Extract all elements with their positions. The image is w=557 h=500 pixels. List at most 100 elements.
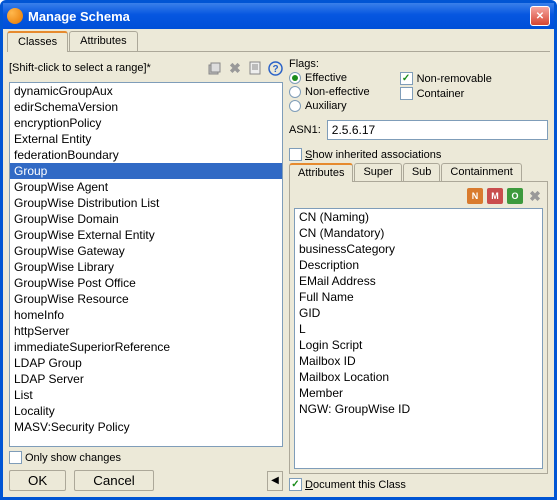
list-item[interactable]: LDAP Server: [10, 371, 282, 387]
list-item[interactable]: GroupWise External Entity: [10, 227, 282, 243]
titlebar: Manage Schema ✕: [3, 3, 554, 29]
list-item[interactable]: GroupWise Library: [10, 259, 282, 275]
radio-auxiliary[interactable]: [289, 100, 301, 112]
attr-optional-icon[interactable]: O: [507, 188, 523, 204]
asn-label: ASN1:: [289, 124, 321, 136]
radio-label: Non-effective: [305, 86, 370, 98]
asn-input[interactable]: [327, 120, 548, 140]
attr-item[interactable]: Description: [295, 257, 542, 273]
attr-item[interactable]: L: [295, 321, 542, 337]
radio-row-auxiliary: Auxiliary: [289, 100, 370, 112]
list-item[interactable]: Locality: [10, 403, 282, 419]
checkbox-container[interactable]: [400, 87, 413, 100]
left-panel: [Shift-click to select a range]* ✖ ? dyn…: [9, 58, 283, 491]
check-label: Non-removable: [417, 73, 492, 85]
list-item[interactable]: immediateSuperiorReference: [10, 339, 282, 355]
attr-item[interactable]: Mailbox ID: [295, 353, 542, 369]
list-item[interactable]: GroupWise Agent: [10, 179, 282, 195]
flags-radios: Effective Non-effective Auxiliary: [289, 72, 370, 112]
close-button[interactable]: ✕: [530, 6, 550, 26]
subtab-sub[interactable]: Sub: [403, 163, 441, 181]
flags-label: Flags:: [289, 58, 548, 70]
document-class-checkbox[interactable]: [289, 478, 302, 491]
flags-checks: Non-removable Container: [400, 72, 492, 112]
attr-item[interactable]: NGW: GroupWise ID: [295, 401, 542, 417]
list-item[interactable]: GroupWise Resource: [10, 291, 282, 307]
list-item[interactable]: homeInfo: [10, 307, 282, 323]
cancel-button[interactable]: Cancel: [74, 470, 154, 491]
list-item[interactable]: edirSchemaVersion: [10, 99, 282, 115]
tab-attributes[interactable]: Attributes: [69, 31, 137, 51]
attributes-panel: N M O ✖ CN (Naming)CN (Mandatory)busines…: [289, 182, 548, 474]
attr-item[interactable]: CN (Naming): [295, 209, 542, 225]
sub-tabs: AttributesSuperSubContainment: [289, 163, 548, 182]
attr-item[interactable]: Member: [295, 385, 542, 401]
radio-label: Effective: [305, 72, 347, 84]
show-inherited-label: Show inherited associations: [305, 149, 441, 161]
attribute-toolbar: N M O ✖: [294, 186, 543, 208]
document-class-label: Document this Class: [305, 479, 406, 491]
add-icon[interactable]: [207, 60, 223, 76]
list-item[interactable]: httpServer: [10, 323, 282, 339]
check-row-non-removable: Non-removable: [400, 72, 492, 85]
class-list[interactable]: dynamicGroupAuxedirSchemaVersionencrypti…: [9, 82, 283, 447]
attr-item[interactable]: Login Script: [295, 337, 542, 353]
content-area: [Shift-click to select a range]* ✖ ? dyn…: [3, 52, 554, 497]
check-row-container: Container: [400, 87, 492, 100]
range-hint: [Shift-click to select a range]*: [9, 62, 203, 74]
list-item[interactable]: GroupWise Distribution List: [10, 195, 282, 211]
radio-effective[interactable]: [289, 72, 301, 84]
window-title: Manage Schema: [28, 9, 530, 24]
list-item[interactable]: federationBoundary: [10, 147, 282, 163]
attr-item[interactable]: Mailbox Location: [295, 369, 542, 385]
app-icon: [7, 8, 23, 24]
button-row: OK Cancel ◀: [9, 470, 283, 491]
list-item[interactable]: Group: [10, 163, 282, 179]
tab-classes[interactable]: Classes: [7, 31, 68, 52]
radio-non-effective[interactable]: [289, 86, 301, 98]
only-show-changes-label: Only show changes: [25, 452, 121, 464]
help-icon[interactable]: ?: [267, 60, 283, 76]
attr-item[interactable]: CN (Mandatory): [295, 225, 542, 241]
only-show-changes-checkbox[interactable]: [9, 451, 22, 464]
list-item[interactable]: External Entity: [10, 131, 282, 147]
right-panel: Flags: Effective Non-effective Auxiliary N…: [289, 58, 548, 491]
list-item[interactable]: dynamicGroupAux: [10, 83, 282, 99]
subtab-super[interactable]: Super: [354, 163, 401, 181]
list-item[interactable]: GroupWise Domain: [10, 211, 282, 227]
radio-row-effective: Effective: [289, 72, 370, 84]
radio-label: Auxiliary: [305, 100, 347, 112]
notes-icon[interactable]: [247, 60, 263, 76]
class-toolbar: [Shift-click to select a range]* ✖ ?: [9, 58, 283, 78]
list-item[interactable]: GroupWise Gateway: [10, 243, 282, 259]
attr-item[interactable]: GID: [295, 305, 542, 321]
attr-mandatory-icon[interactable]: M: [487, 188, 503, 204]
radio-row-non-effective: Non-effective: [289, 86, 370, 98]
subtab-containment[interactable]: Containment: [441, 163, 521, 181]
document-class-row: Document this Class: [289, 478, 548, 491]
list-item[interactable]: LDAP Group: [10, 355, 282, 371]
attr-item[interactable]: EMail Address: [295, 273, 542, 289]
attr-item[interactable]: businessCategory: [295, 241, 542, 257]
list-item[interactable]: List: [10, 387, 282, 403]
list-item[interactable]: GroupWise Post Office: [10, 275, 282, 291]
show-inherited-row: Show inherited associations: [289, 148, 548, 161]
attr-item[interactable]: Full Name: [295, 289, 542, 305]
list-item[interactable]: MASV:Security Policy: [10, 419, 282, 435]
only-show-changes-row: Only show changes: [9, 451, 283, 464]
subtab-attributes[interactable]: Attributes: [289, 163, 353, 182]
ok-button[interactable]: OK: [9, 470, 66, 491]
attribute-list[interactable]: CN (Naming)CN (Mandatory)businessCategor…: [294, 208, 543, 469]
flags-area: Flags: Effective Non-effective Auxiliary N…: [289, 58, 548, 112]
checkbox-non-removable[interactable]: [400, 72, 413, 85]
check-label: Container: [417, 88, 465, 100]
list-item[interactable]: encryptionPolicy: [10, 115, 282, 131]
main-tabs: ClassesAttributes: [7, 31, 550, 52]
manage-schema-window: Manage Schema ✕ ClassesAttributes [Shift…: [0, 0, 557, 500]
asn-row: ASN1:: [289, 120, 548, 140]
attr-delete-icon[interactable]: ✖: [527, 188, 543, 204]
collapse-button[interactable]: ◀: [267, 471, 283, 491]
show-inherited-checkbox[interactable]: [289, 148, 302, 161]
attr-naming-icon[interactable]: N: [467, 188, 483, 204]
delete-icon[interactable]: ✖: [227, 60, 243, 76]
